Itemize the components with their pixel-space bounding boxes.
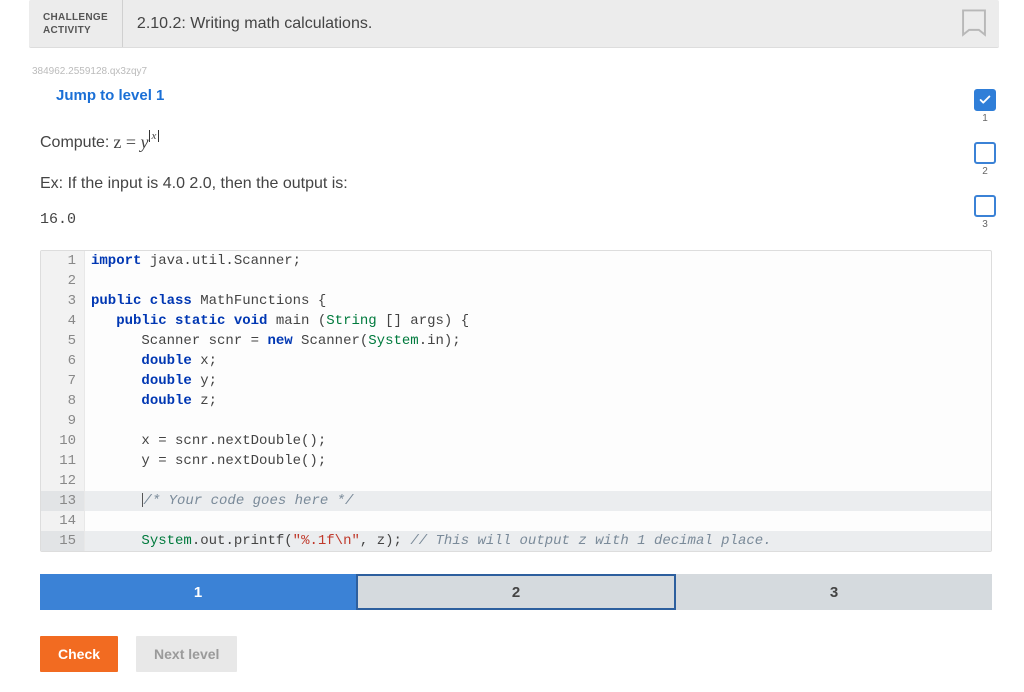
- code-content[interactable]: [85, 471, 99, 491]
- code-content[interactable]: import java.util.Scanner;: [85, 251, 301, 271]
- equals: =: [126, 132, 141, 152]
- level-box-1[interactable]: 1: [974, 89, 996, 124]
- line-number: 6: [41, 351, 85, 371]
- var-y: y: [141, 132, 149, 152]
- code-line[interactable]: 6 double x;: [41, 351, 991, 371]
- line-number: 8: [41, 391, 85, 411]
- code-line[interactable]: 11 y = scnr.nextDouble();: [41, 451, 991, 471]
- level-box-empty: [974, 142, 996, 164]
- line-number: 9: [41, 411, 85, 431]
- line-number: 2: [41, 271, 85, 291]
- code-line[interactable]: 5 Scanner scnr = new Scanner(System.in);: [41, 331, 991, 351]
- code-content[interactable]: double y;: [85, 371, 217, 391]
- code-line[interactable]: 7 double y;: [41, 371, 991, 391]
- code-line[interactable]: 8 double z;: [41, 391, 991, 411]
- level-progress: 1 2 3: [974, 89, 996, 230]
- line-number: 7: [41, 371, 85, 391]
- check-button[interactable]: Check: [40, 636, 118, 672]
- code-line[interactable]: 15 System.out.printf("%.1f\n", z); // Th…: [41, 531, 991, 551]
- next-level-button: Next level: [136, 636, 237, 672]
- exp-var: x: [152, 130, 157, 142]
- code-content[interactable]: double z;: [85, 391, 217, 411]
- line-number: 1: [41, 251, 85, 271]
- level-number: 3: [982, 219, 988, 230]
- attempt-tab-3[interactable]: 3: [676, 574, 992, 610]
- jump-to-level-link[interactable]: Jump to level 1: [56, 87, 164, 104]
- example-output: 16.0: [40, 211, 974, 228]
- label-line-2: ACTIVITY: [43, 24, 108, 37]
- example-text: Ex: If the input is 4.0 2.0, then the ou…: [40, 175, 974, 193]
- activity-header: CHALLENGE ACTIVITY 2.10.2: Writing math …: [29, 0, 999, 48]
- activity-title: 2.10.2: Writing math calculations.: [123, 0, 372, 47]
- level-number: 1: [982, 113, 988, 124]
- line-number: 15: [41, 531, 85, 551]
- code-editor[interactable]: 1import java.util.Scanner;2 3public clas…: [40, 250, 992, 552]
- level-number: 2: [982, 166, 988, 177]
- code-content[interactable]: System.out.printf("%.1f\n", z); // This …: [85, 531, 772, 551]
- code-content[interactable]: [85, 271, 99, 291]
- bookmark-icon[interactable]: [959, 8, 989, 47]
- challenge-activity-label: CHALLENGE ACTIVITY: [29, 0, 123, 47]
- code-content[interactable]: x = scnr.nextDouble();: [85, 431, 326, 451]
- level-box-empty: [974, 195, 996, 217]
- line-number: 3: [41, 291, 85, 311]
- line-number: 5: [41, 331, 85, 351]
- attempt-tab-1[interactable]: 1: [40, 574, 356, 610]
- line-number: 14: [41, 511, 85, 531]
- code-content[interactable]: double x;: [85, 351, 217, 371]
- code-line[interactable]: 4 public static void main (String [] arg…: [41, 311, 991, 331]
- code-line[interactable]: 9: [41, 411, 991, 431]
- line-number: 4: [41, 311, 85, 331]
- code-line[interactable]: 2: [41, 271, 991, 291]
- code-content[interactable]: public static void main (String [] args)…: [85, 311, 469, 331]
- line-number: 13: [41, 491, 85, 511]
- code-line[interactable]: 14: [41, 511, 991, 531]
- check-icon: [974, 89, 996, 111]
- meta-id: 384962.2559128.qx3zqy7: [32, 66, 1024, 77]
- code-content[interactable]: Scanner scnr = new Scanner(System.in);: [85, 331, 461, 351]
- code-content[interactable]: public class MathFunctions {: [85, 291, 326, 311]
- line-number: 12: [41, 471, 85, 491]
- level-box-2[interactable]: 2: [974, 142, 996, 177]
- line-number: 11: [41, 451, 85, 471]
- code-content[interactable]: y = scnr.nextDouble();: [85, 451, 326, 471]
- code-line[interactable]: 12: [41, 471, 991, 491]
- button-row: Check Next level: [40, 636, 992, 672]
- code-content[interactable]: /* Your code goes here */: [85, 491, 353, 511]
- label-line-1: CHALLENGE: [43, 11, 108, 24]
- code-line[interactable]: 3public class MathFunctions {: [41, 291, 991, 311]
- code-content[interactable]: [85, 511, 99, 531]
- code-line[interactable]: 10 x = scnr.nextDouble();: [41, 431, 991, 451]
- compute-label: Compute:: [40, 134, 109, 152]
- code-line[interactable]: 13 /* Your code goes here */: [41, 491, 991, 511]
- line-number: 10: [41, 431, 85, 451]
- attempt-tabs: 1 2 3: [40, 574, 992, 610]
- attempt-tab-2[interactable]: 2: [356, 574, 676, 610]
- compute-prompt: Compute: z = yx: [40, 132, 974, 153]
- code-content[interactable]: [85, 411, 99, 431]
- level-box-3[interactable]: 3: [974, 195, 996, 230]
- var-z: z: [113, 132, 121, 152]
- code-line[interactable]: 1import java.util.Scanner;: [41, 251, 991, 271]
